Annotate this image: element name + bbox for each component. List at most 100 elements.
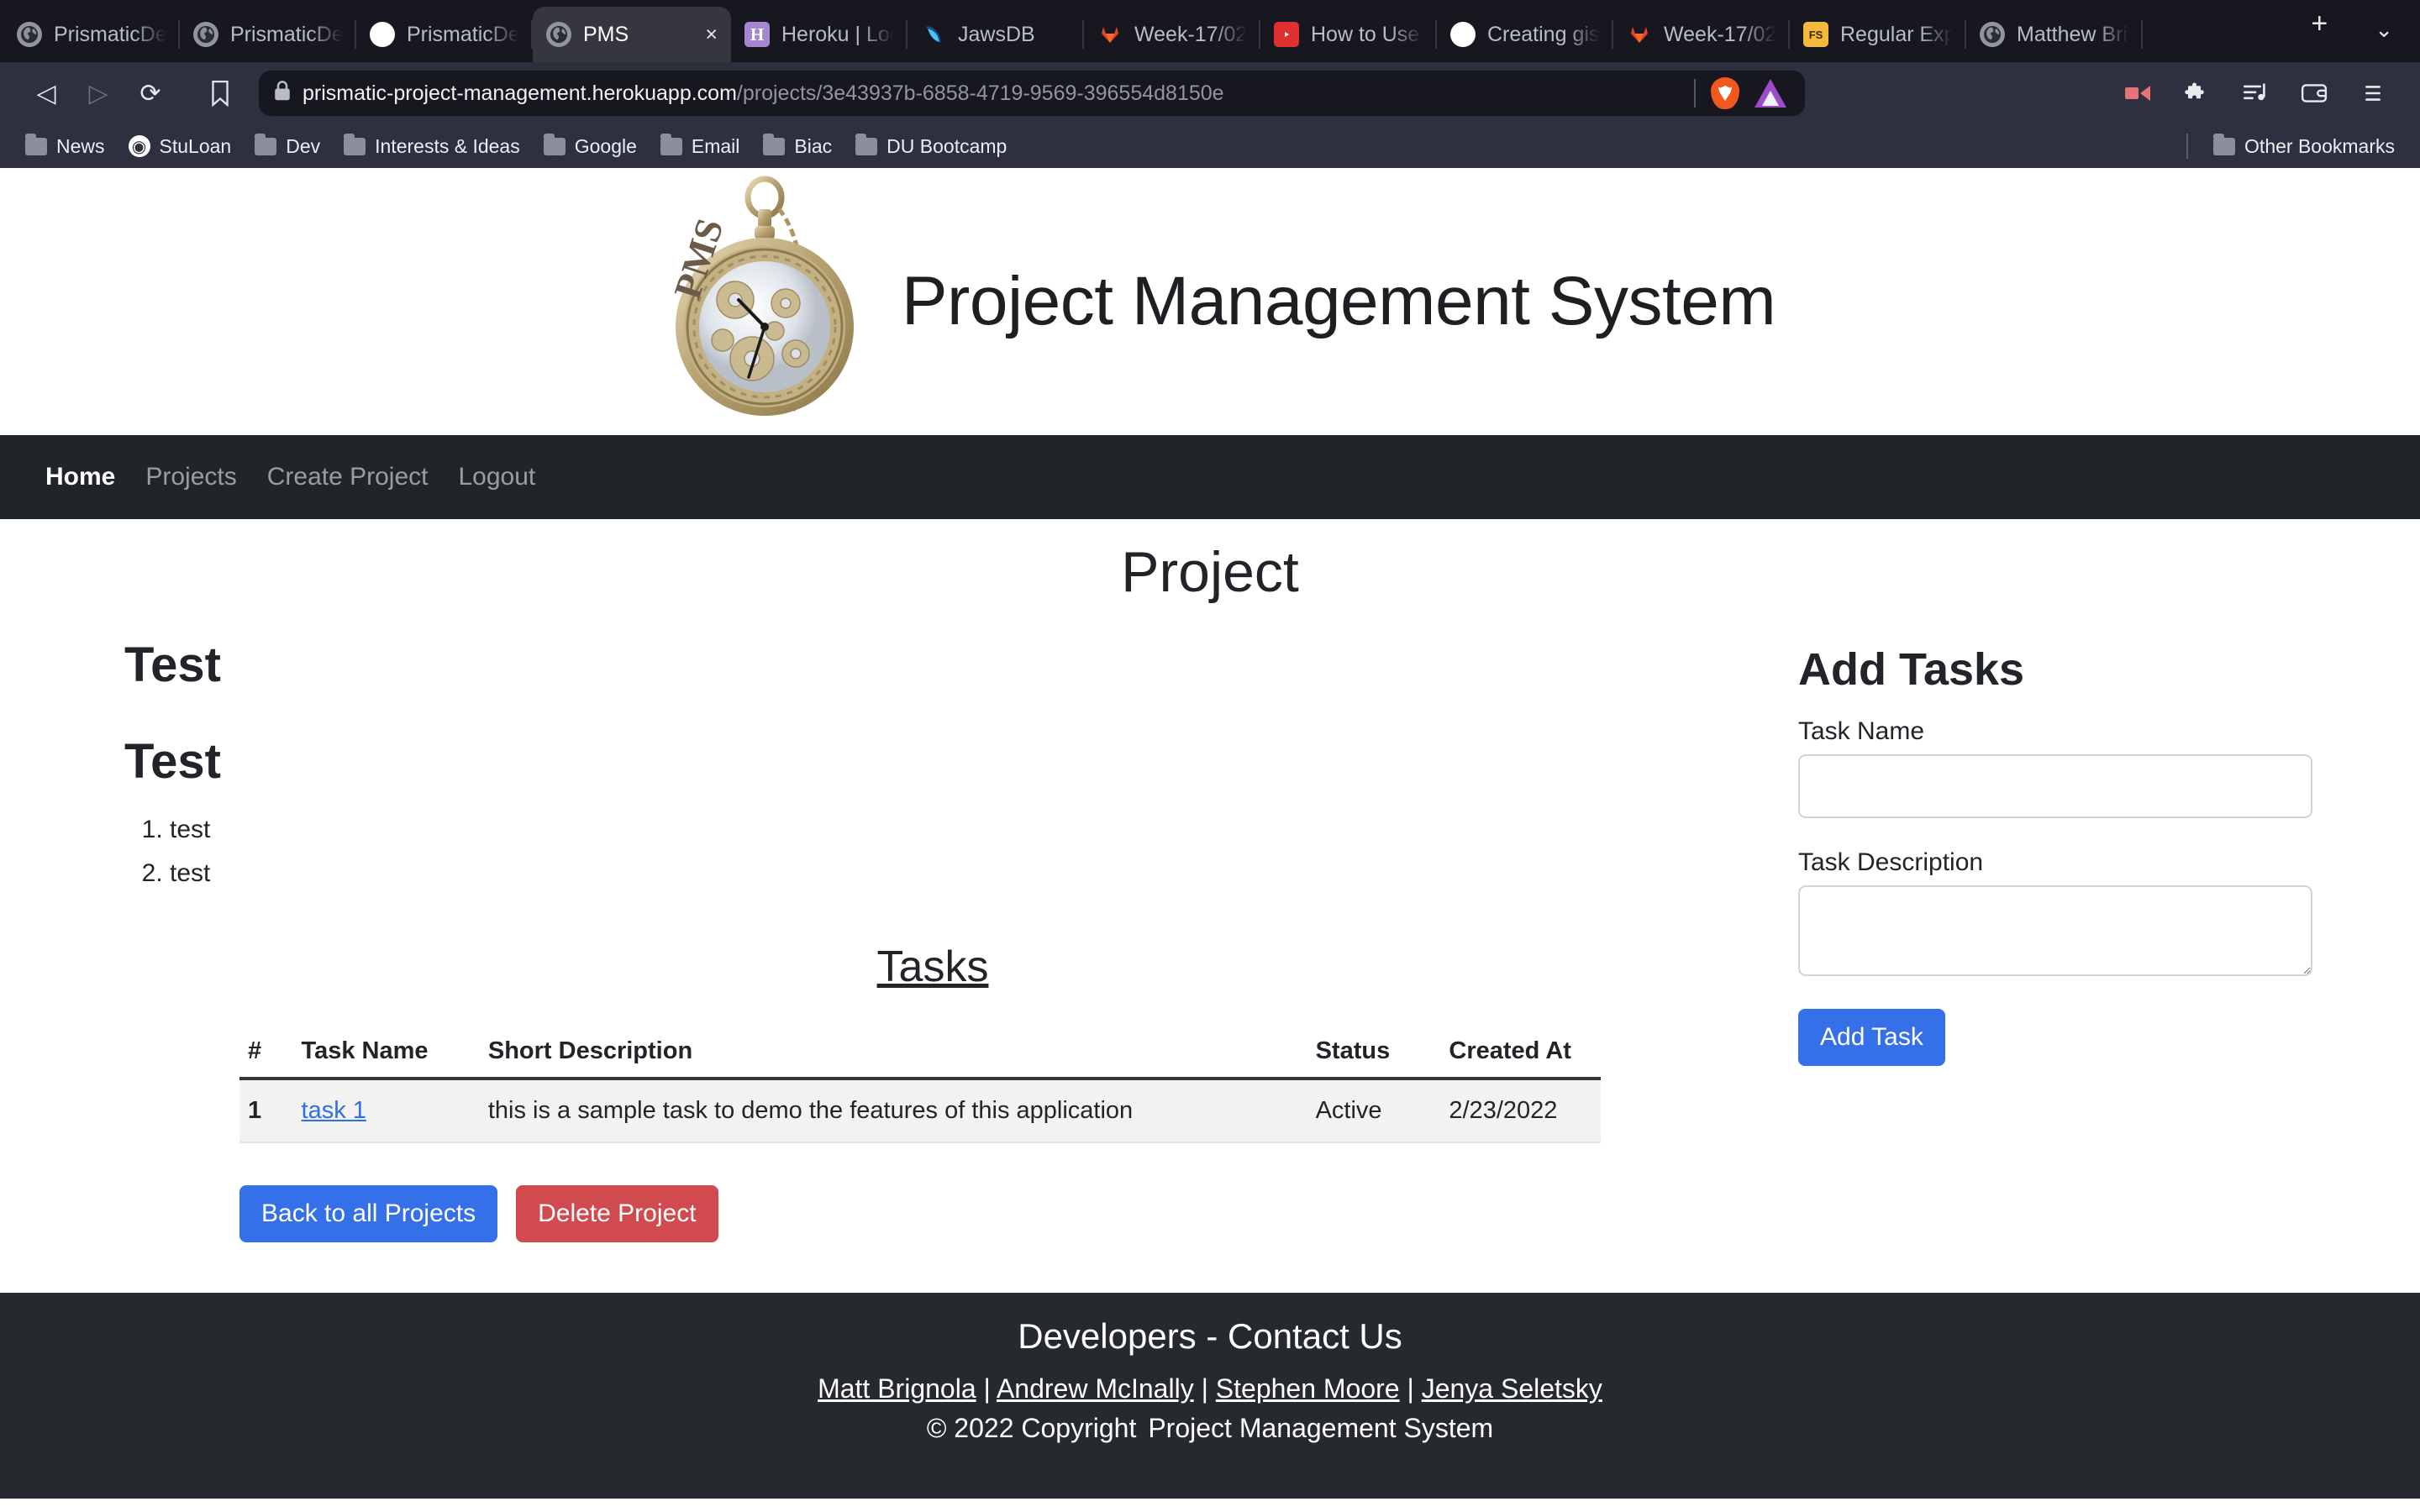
url-path: /projects/3e43937b-6858-4719-9569-396554… [736,81,1224,105]
browser-tab[interactable]: JawsDB [908,7,1084,62]
bookmark-item[interactable]: Dev [245,131,330,162]
browser-tab-active[interactable]: PMS × [533,7,731,62]
browser-toolbar-icons [2112,69,2398,118]
bookmark-label: Email [691,134,740,157]
browser-tab[interactable]: Matthew Brig [1966,7,2143,62]
bookmark-label: Google [574,134,637,157]
folder-icon [543,133,566,155]
bookmark-item[interactable]: Google [534,131,647,162]
bookmark-item[interactable]: DU Bootcamp [845,131,1017,162]
bookmark-item[interactable]: Biac [753,131,842,162]
brave-rewards-bat-icon[interactable] [1754,79,1786,108]
menu-hamburger-icon[interactable] [2348,69,2398,118]
cell-status: Active [1307,1079,1441,1144]
jawsdb-icon [921,22,946,47]
bookmark-item[interactable]: ◉ StuLoan [118,131,242,162]
tabstrip-right-controls: + ⌄ [2291,8,2420,62]
tasks-table: # Task Name Short Description Status Cre… [239,1029,1601,1144]
tab-title: Regular Expre [1840,22,1953,46]
nav-item-create-project[interactable]: Create Project [252,456,444,498]
browser-tab[interactable]: How to Use G [1260,7,1437,62]
tasks-heading: Tasks [876,942,989,992]
url-toolbar: ◁ ▷ ⟳ prismatic-project-management.herok… [0,62,2420,124]
bookmark-label: Interests & Ideas [375,134,520,157]
browser-tab[interactable]: Creating gist [1437,7,1613,62]
project-subheading: Test [124,734,221,789]
tab-title: Creating gist [1487,22,1600,46]
nav-item-home[interactable]: Home [30,456,130,498]
close-icon[interactable]: × [705,23,718,47]
developer-link[interactable]: Andrew McInally [997,1373,1194,1404]
task-name-input[interactable] [1798,754,2312,818]
developer-link[interactable]: Jenya Seletsky [1422,1373,1602,1404]
project-name: Test [124,638,221,692]
site-footer: Developers - Contact Us Matt Brignola | … [0,1293,2420,1499]
cell-description: this is a sample task to demo the featur… [479,1079,1307,1144]
browser-tab[interactable]: Week-17/02- [1613,7,1790,62]
nav-item-projects[interactable]: Projects [130,456,251,498]
wallet-icon[interactable] [2289,69,2339,118]
tasks-table-head: # Task Name Short Description Status Cre… [239,1029,1601,1081]
page-title: Project [1121,540,1299,604]
other-bookmarks-group[interactable]: Other Bookmarks [2186,131,2405,162]
back-to-all-projects-button[interactable]: Back to all Projects [239,1185,498,1243]
column-header-description: Short Description [479,1029,1307,1081]
task-link[interactable]: task 1 [302,1097,366,1124]
new-tab-button[interactable]: + [2291,8,2348,52]
brave-shield-lion-icon[interactable] [1711,77,1739,109]
tab-title: PrismaticDev [230,22,343,46]
developer-link[interactable]: Matt Brignola [818,1373,976,1404]
back-button[interactable]: ◁ [22,69,71,118]
add-task-button[interactable]: Add Task [1798,1009,1945,1066]
bookmark-label: Biac [794,134,833,157]
url-text: prismatic-project-management.herokuapp.c… [302,81,1224,106]
tab-title: Matthew Brig [2017,22,2129,46]
bookmark-icon[interactable] [195,69,245,118]
browser-tab[interactable]: FS Regular Expre [1790,7,1966,62]
tab-title: JawsDB [958,22,1035,46]
nav-item-logout[interactable]: Logout [443,456,550,498]
github-icon [370,22,395,47]
tab-title: Heroku | Log [781,22,894,46]
globe-icon [17,22,42,47]
bookmarks-divider [2186,134,2189,159]
folder-icon [25,133,47,155]
gitlab-icon [1097,22,1123,47]
forward-button[interactable]: ▷ [74,69,123,118]
footer-developer-links: Matt Brignola | Andrew McInally | Stephe… [0,1373,2420,1413]
bookmark-item[interactable]: Interests & Ideas [334,131,530,162]
folder-icon [855,133,878,155]
folder-icon [763,133,786,155]
tab-title: Week-17/02- [1664,22,1776,46]
globe-icon [193,22,218,47]
browser-tab[interactable]: PrismaticDev [180,7,356,62]
bookmark-other-bookmarks[interactable]: Other Bookmarks [2203,131,2405,162]
bookmark-item[interactable]: News [15,131,115,162]
tab-search-chevron-down-icon[interactable]: ⌄ [2348,17,2420,43]
browser-tab[interactable]: Week-17/02- [1084,7,1260,62]
reload-button[interactable]: ⟳ [126,69,175,118]
bookmark-item[interactable]: Email [650,131,750,162]
cast-video-icon[interactable] [2112,69,2163,118]
site-title: Project Management System [901,263,1776,339]
list-item: test [170,852,1748,895]
freeformatter-icon: FS [1803,22,1828,47]
list-item: test [170,808,1748,852]
browser-tab[interactable]: PrismaticDev [356,7,533,62]
task-description-input[interactable] [1798,885,2312,976]
delete-project-button[interactable]: Delete Project [516,1185,718,1243]
footer-link-separator: | [976,1373,997,1404]
footer-heading: Developers - Contact Us [1018,1316,1402,1357]
web-page: PMS Project Management System Home Projec… [0,168,2420,1499]
footer-link-separator: | [1193,1373,1216,1404]
playlist-music-icon[interactable] [2230,69,2281,118]
globe-icon: ◉ [128,135,150,157]
browser-tab[interactable]: PrismaticDev [3,7,180,62]
extensions-puzzle-icon[interactable] [2171,69,2222,118]
page-container: Project Test Test testtest Tasks # Task … [0,519,2420,1293]
pms-pocket-watch-logo-icon: PMS [644,176,897,428]
developer-link[interactable]: Stephen Moore [1216,1373,1400,1404]
lock-icon [274,80,291,108]
address-bar[interactable]: prismatic-project-management.herokuapp.c… [259,71,1805,116]
browser-tab[interactable]: H Heroku | Log [731,7,908,62]
